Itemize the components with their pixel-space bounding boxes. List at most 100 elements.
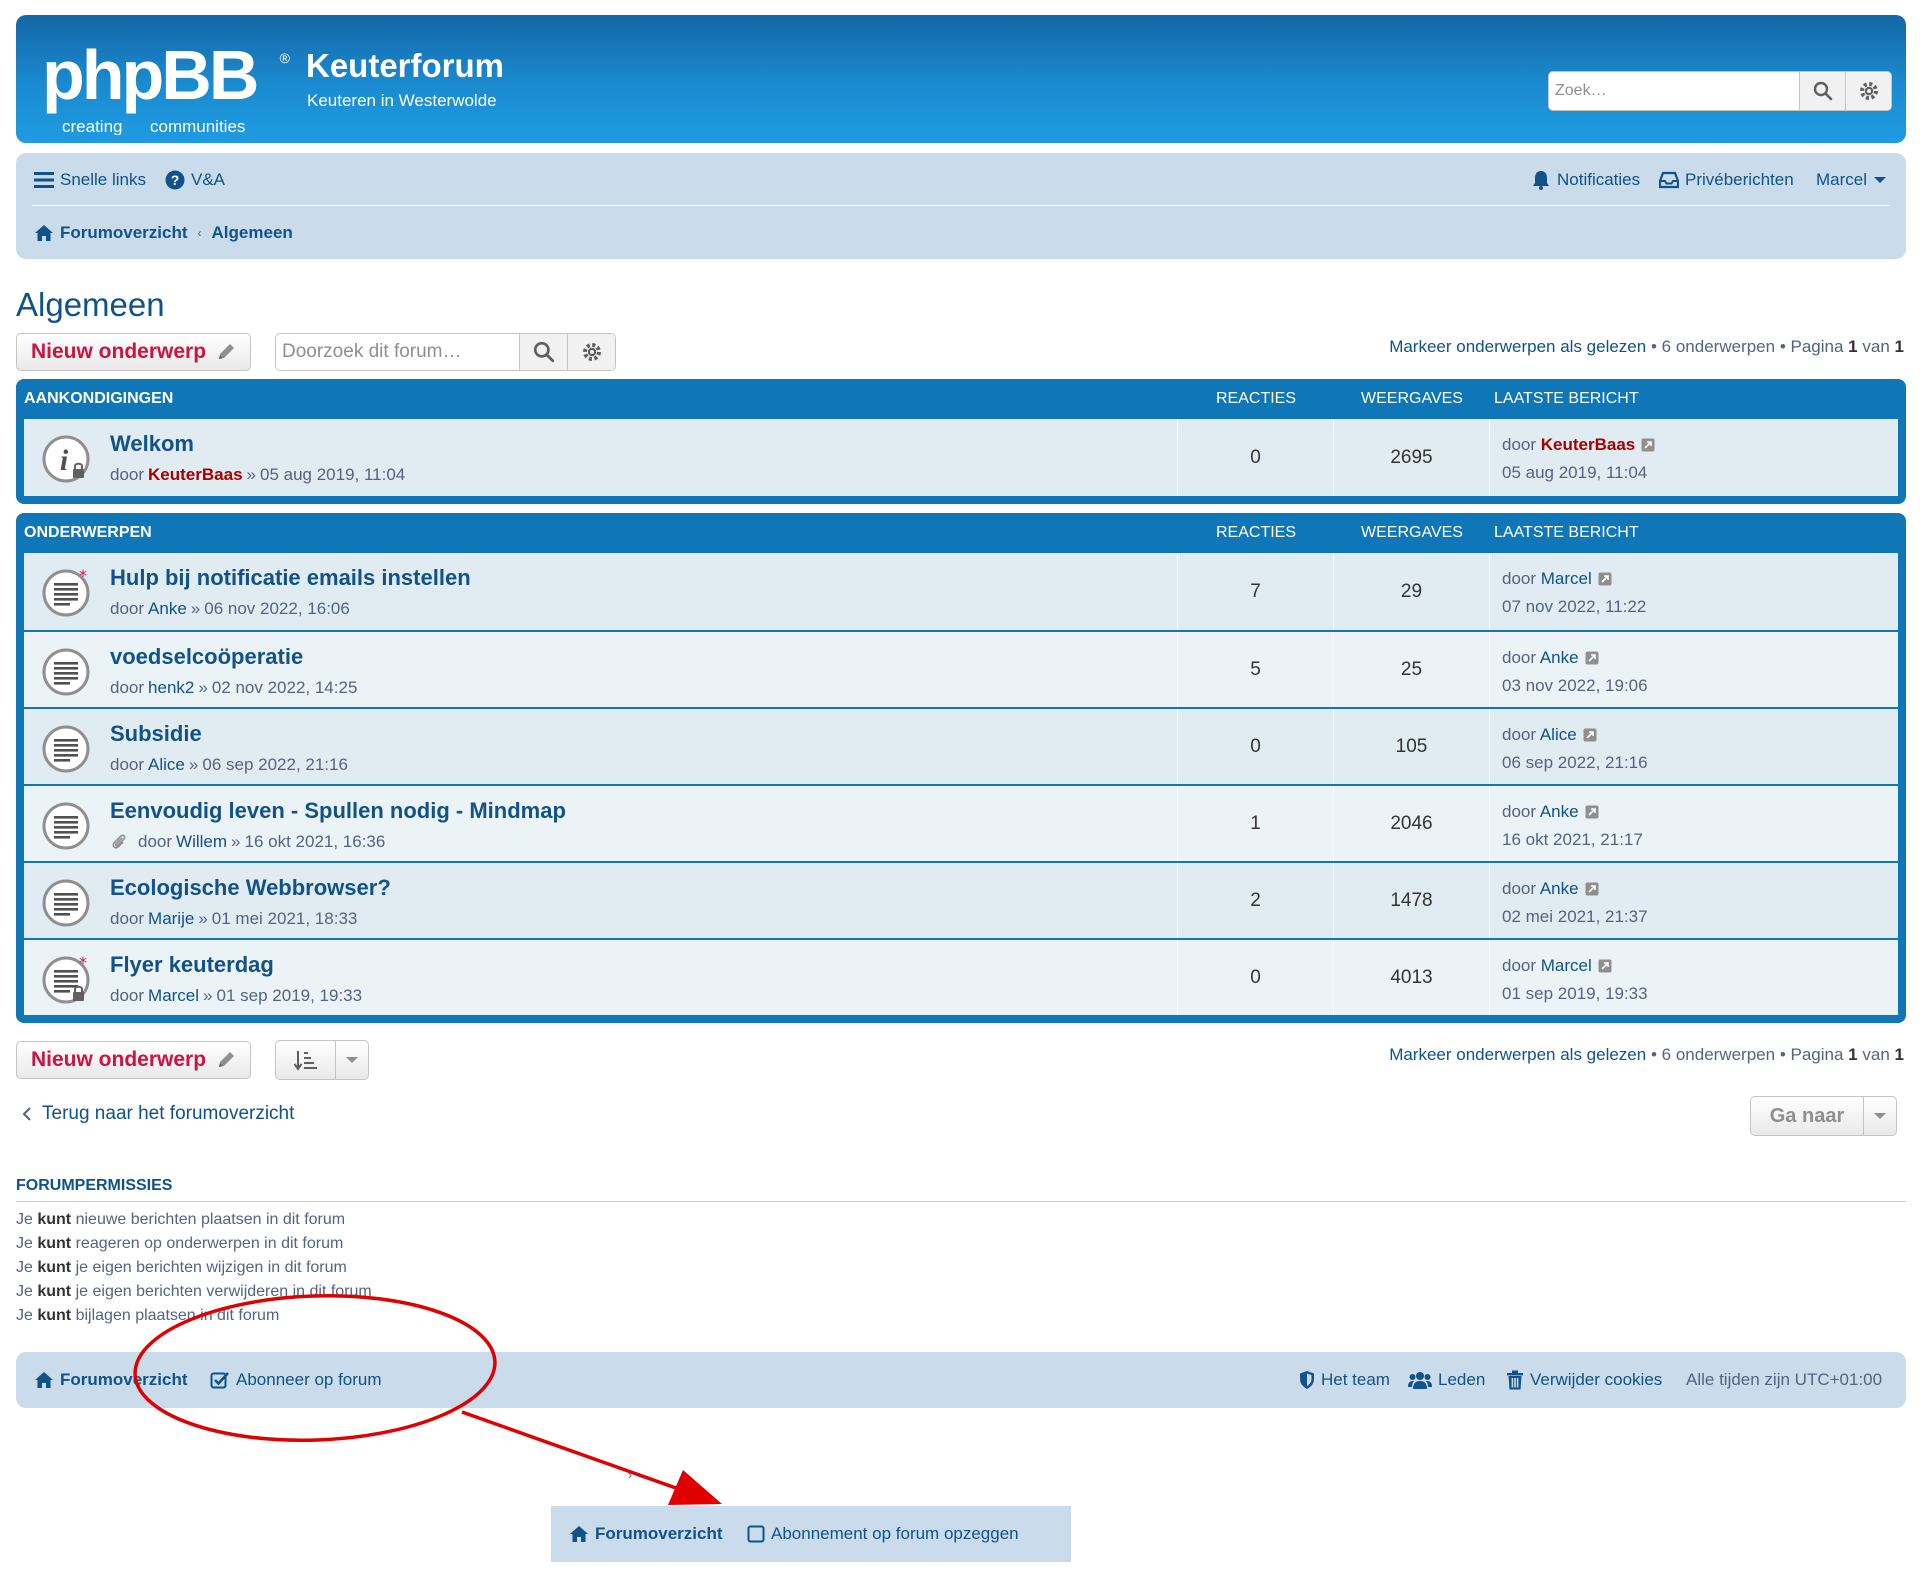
last-post-cell: door Marcel 01 sep 2019, 19:33 [1490, 940, 1898, 1015]
jump-caret [1864, 1112, 1896, 1120]
goto-last-post-icon[interactable] [1585, 651, 1599, 665]
shield-icon [1300, 1371, 1314, 1389]
replies-count: 0 [1178, 709, 1334, 784]
header-search-input[interactable] [1549, 72, 1799, 110]
goto-last-post-icon[interactable] [1583, 728, 1597, 742]
last-post-author-link[interactable]: KeuterBaas [1541, 435, 1636, 454]
pencil-icon [219, 344, 235, 359]
topic-author-link[interactable]: Anke [148, 599, 187, 619]
last-post-author-link[interactable]: Anke [1540, 802, 1579, 821]
back-to-index-link[interactable]: Terug naar het forumoverzicht [22, 1103, 294, 1125]
last-post-author-link[interactable]: Marcel [1541, 569, 1592, 588]
topic-author-link[interactable]: henk2 [148, 678, 194, 698]
by-label: door [1502, 648, 1537, 667]
topic-author-link[interactable]: Marcel [148, 986, 199, 1006]
hamburger-icon [34, 172, 54, 188]
header-search-button[interactable] [1799, 72, 1845, 110]
by-label: door [138, 832, 173, 851]
caret-down-icon [1874, 1113, 1886, 1119]
phpbb-logo[interactable]: phpBB ® creating communities [40, 35, 291, 136]
replies-count: 5 [1178, 632, 1334, 707]
forum-search-input[interactable] [276, 334, 519, 370]
page-title[interactable]: Algemeen [16, 286, 165, 324]
by-label: door [110, 986, 145, 1005]
forum-search-button[interactable] [519, 334, 567, 370]
last-post-date: 06 sep 2022, 21:16 [1502, 753, 1648, 772]
header-advanced-search-button[interactable] [1845, 72, 1891, 110]
last-post-date: 03 nov 2022, 19:06 [1502, 676, 1648, 695]
question-circle-icon: ? [165, 170, 185, 190]
user-menu[interactable]: Marcel [1816, 170, 1887, 190]
search-icon [1813, 81, 1832, 101]
goto-last-post-icon[interactable] [1598, 959, 1612, 973]
last-post-author-link[interactable]: Anke [1540, 879, 1579, 898]
topic-title-cell: Eenvoudig leven - Spullen nodig - Mindma… [24, 786, 1178, 861]
last-post-author-link[interactable]: Anke [1540, 648, 1579, 667]
site-title[interactable]: Keuterforum [306, 47, 504, 85]
new-topic-button-bottom[interactable]: Nieuw onderwerp [16, 1041, 252, 1079]
breadcrumb-forum[interactable]: Algemeen [212, 223, 293, 243]
announcements-list: i Welkom door KeuterBaas » 05 aug 2019, 11… [24, 419, 1898, 496]
permission-item: Je kunt bijlagen plaatsen in dit forum [16, 1307, 280, 1324]
last-post-author-link[interactable]: Marcel [1541, 956, 1592, 975]
by-label: door [1502, 435, 1537, 454]
topic-author-link[interactable]: Alice [148, 755, 185, 775]
mark-read-link[interactable]: Markeer onderwerpen als gelezen [1389, 337, 1646, 356]
mark-read-link-bottom[interactable]: Markeer onderwerpen als gelezen [1389, 1045, 1646, 1064]
navbar-divider [32, 205, 1890, 206]
private-messages-link[interactable]: Privéberichten [1659, 170, 1794, 190]
topic-author-link[interactable]: Willem [176, 832, 227, 852]
faq-link[interactable]: ? V&A [165, 170, 225, 190]
views-count: 2046 [1334, 786, 1490, 861]
breadcrumb-home[interactable]: Forumoverzicht [60, 223, 188, 243]
jump-to-label: Ga naar [1751, 1097, 1864, 1135]
delete-cookies-link[interactable]: Verwijder cookies [1506, 1370, 1662, 1390]
topic-status-icon [40, 800, 92, 852]
topic-title-link[interactable]: Eenvoudig leven - Spullen nodig - Mindma… [110, 798, 566, 824]
topic-title-link[interactable]: Ecologische Webbrowser? [110, 875, 391, 901]
unsubscribe-forum-link[interactable]: Abonnement op forum opzeggen [747, 1524, 1019, 1544]
new-topic-button[interactable]: Nieuw onderwerp [16, 333, 252, 371]
goto-last-post-icon[interactable] [1585, 805, 1599, 819]
svg-text:*: * [79, 954, 87, 972]
new-topic-label: Nieuw onderwerp [31, 340, 207, 363]
pagination-info-bottom: Markeer onderwerpen als gelezen • 6 onde… [1389, 1045, 1904, 1064]
team-link[interactable]: Het team [1299, 1370, 1390, 1390]
topic-status-icon [40, 646, 92, 698]
replies-count: 0 [1178, 940, 1334, 1015]
topics-header: ONDERWERPEN REACTIES WEERGAVES LAATSTE B… [24, 513, 1898, 553]
topic-meta: door Marije » 01 mei 2021, 18:33 [110, 909, 358, 929]
topic-title-link[interactable]: Welkom [110, 431, 194, 457]
caret-down-icon [346, 1057, 358, 1063]
goto-last-post-icon[interactable] [1598, 572, 1612, 586]
topic-title-link[interactable]: voedselcoöperatie [110, 644, 303, 670]
topic-title-cell: i Welkom door KeuterBaas » 05 aug 2019, 11… [24, 419, 1178, 496]
forum-advanced-search-button[interactable] [567, 334, 615, 370]
views-count: 105 [1334, 709, 1490, 784]
quick-links-menu[interactable]: Snelle links [34, 170, 146, 190]
topics-block: ONDERWERPEN REACTIES WEERGAVES LAATSTE B… [16, 513, 1906, 1023]
svg-text:i: i [60, 444, 69, 477]
subscribe-forum-link[interactable]: Abonneer op forum [210, 1370, 382, 1390]
page-current: 1 [1848, 337, 1858, 356]
detail-home-link[interactable]: Forumoverzicht [569, 1524, 723, 1544]
goto-last-post-icon[interactable] [1641, 438, 1655, 452]
chevron-left-icon [22, 1107, 31, 1121]
footer-home-link[interactable]: Forumoverzicht [34, 1370, 188, 1390]
topic-title-link[interactable]: Flyer keuterdag [110, 952, 274, 978]
topic-author-link[interactable]: Marije [148, 909, 194, 929]
topic-author-link[interactable]: KeuterBaas [148, 465, 243, 485]
goto-last-post-icon[interactable] [1585, 882, 1599, 896]
notifications-link[interactable]: Notificaties [1531, 170, 1640, 190]
members-label: Leden [1438, 1370, 1486, 1389]
topic-title-cell: voedselcoöperatie door henk2 » 02 nov 202… [24, 632, 1178, 707]
jump-to-button[interactable]: Ga naar [1750, 1096, 1897, 1136]
topic-title-link[interactable]: Hulp bij notificatie emails instellen [110, 565, 471, 591]
topic-title-link[interactable]: Subsidie [110, 721, 202, 747]
annotation-arrowhead [668, 1470, 722, 1505]
announcements-block: AANKONDIGINGEN REACTIES WEERGAVES LAATST… [16, 379, 1906, 504]
sort-options-button[interactable] [275, 1040, 369, 1080]
members-link[interactable]: Leden [1408, 1370, 1485, 1390]
last-post-author-link[interactable]: Alice [1540, 725, 1577, 744]
topics-list: * Hulp bij notificatie emails instellen do… [24, 553, 1898, 1015]
